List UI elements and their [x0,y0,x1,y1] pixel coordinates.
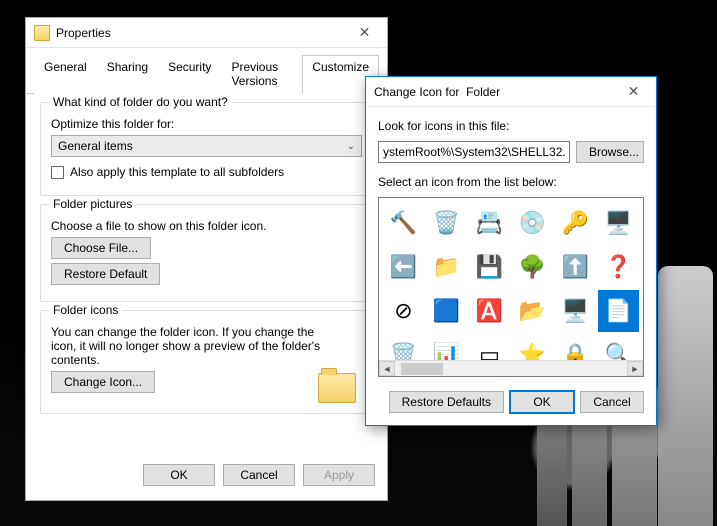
pictures-desc: Choose a file to show on this folder ico… [51,219,362,233]
tab-security[interactable]: Security [158,55,221,94]
customize-panel: What kind of folder do you want? Optimiz… [26,94,387,454]
tab-sharing[interactable]: Sharing [97,55,158,94]
tab-general[interactable]: General [34,55,97,94]
icon-option[interactable]: 📄 [598,290,639,332]
change-icon-title: Change Icon for Folder [374,85,611,99]
chevron-down-icon: ⌄ [347,141,355,152]
optimize-select[interactable]: General items ⌄ [51,135,362,157]
group-title-pictures: Folder pictures [49,197,136,211]
group-folder-kind: What kind of folder do you want? Optimiz… [40,102,373,196]
restore-default-button[interactable]: Restore Default [51,263,160,285]
change-icon-button[interactable]: Change Icon... [51,371,155,393]
restore-defaults-button[interactable]: Restore Defaults [389,391,504,413]
change-icon-titlebar[interactable]: Change Icon for Folder ✕ [366,77,656,107]
icon-option[interactable]: ⬆️ [555,246,596,288]
apply-button[interactable]: Apply [303,464,375,486]
properties-tabs: General Sharing Security Previous Versio… [26,48,387,94]
browse-button[interactable]: Browse... [576,141,644,163]
folder-icon [34,25,50,41]
cancel-button[interactable]: Cancel [223,464,295,486]
choose-file-button[interactable]: Choose File... [51,237,151,259]
change-icon-buttons: Restore Defaults OK Cancel [366,381,656,425]
icon-path-input[interactable] [378,141,570,163]
properties-window: Properties ✕ General Sharing Security Pr… [25,17,388,501]
change-icon-dialog: Change Icon for Folder ✕ Look for icons … [365,76,657,426]
icon-option[interactable]: ⊘ [383,290,424,332]
optimize-label: Optimize this folder for: [51,117,362,131]
icon-option[interactable]: 📂 [512,290,553,332]
cancel-button[interactable]: Cancel [580,391,644,413]
icon-option[interactable]: 💾 [469,246,510,288]
icon-option[interactable]: ⬅️ [383,246,424,288]
icon-option[interactable]: ❓ [598,246,639,288]
horizontal-scrollbar[interactable]: ◄ ► [379,360,643,376]
optimize-select-value: General items [58,139,133,153]
icon-option[interactable]: 📇 [469,202,510,244]
group-folder-pictures: Folder pictures Choose a file to show on… [40,204,373,302]
tab-previous-versions[interactable]: Previous Versions [221,55,302,94]
icon-option[interactable]: 🔑 [555,202,596,244]
scroll-thumb[interactable] [401,363,443,375]
icons-desc: You can change the folder icon. If you c… [51,325,331,367]
icon-option[interactable]: 🖥️ [598,202,639,244]
close-icon[interactable]: ✕ [342,18,387,48]
icon-option[interactable]: 🖥️ [555,290,596,332]
icon-option[interactable]: 📁 [426,246,467,288]
ok-button[interactable]: OK [510,391,574,413]
icon-option[interactable]: 🔨 [383,202,424,244]
properties-titlebar[interactable]: Properties ✕ [26,18,387,48]
group-title-kind: What kind of folder do you want? [49,95,232,109]
scroll-track[interactable] [395,361,627,376]
ok-button[interactable]: OK [143,464,215,486]
apply-subfolders-checkbox[interactable]: Also apply this template to all subfolde… [51,165,284,179]
select-label: Select an icon from the list below: [378,175,644,189]
icon-list: 🔨🗑️📇💿🔑🖥️⬅️📁💾🌳⬆️❓⊘🟦🅰️📂🖥️📄🗑️📊▭⭐🔒🔍 ◄ ► [378,197,644,377]
properties-buttons: OK Cancel Apply [26,454,387,500]
folder-preview-icon [318,373,356,403]
apply-subfolders-label: Also apply this template to all subfolde… [70,165,284,179]
group-folder-icons: Folder icons You can change the folder i… [40,310,373,414]
scroll-left-icon[interactable]: ◄ [379,361,395,376]
look-label: Look for icons in this file: [378,119,644,133]
icon-option[interactable]: 💿 [512,202,553,244]
group-title-icons: Folder icons [49,303,122,317]
icon-option[interactable]: 🌳 [512,246,553,288]
icon-option[interactable]: 🟦 [426,290,467,332]
scroll-right-icon[interactable]: ► [627,361,643,376]
close-icon[interactable]: ✕ [611,77,656,107]
properties-title: Properties [56,26,342,40]
checkbox-icon [51,166,64,179]
icon-option[interactable]: 🅰️ [469,290,510,332]
icon-option[interactable]: 🗑️ [426,202,467,244]
